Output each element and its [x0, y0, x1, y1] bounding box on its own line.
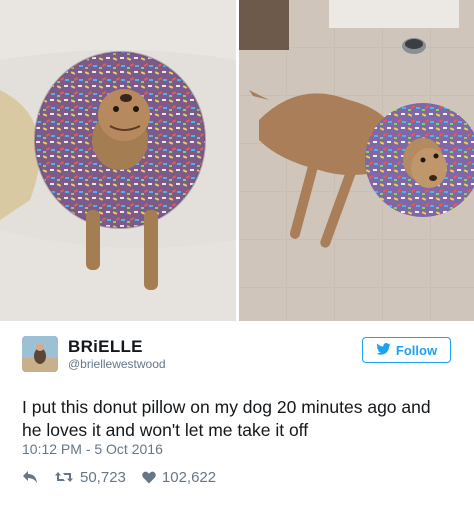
- retweet-count: 50,723: [80, 468, 126, 486]
- like-count: 102,622: [161, 468, 217, 486]
- heart-icon: [142, 471, 156, 484]
- retweet-icon: [54, 470, 74, 484]
- retweet-button[interactable]: 50,723: [54, 469, 126, 486]
- reply-icon: [22, 470, 38, 484]
- bird-icon: [376, 342, 391, 358]
- follow-button[interactable]: Follow: [362, 337, 451, 363]
- follow-label: Follow: [395, 342, 438, 358]
- photo-dog-on-bed[interactable]: [0, 0, 236, 321]
- display-name[interactable]: BRiELLE: [68, 337, 143, 357]
- tweet-actions: 50,723 102,622: [22, 467, 232, 487]
- reply-button[interactable]: [22, 470, 38, 484]
- photo-grid: [0, 0, 474, 321]
- user-handle[interactable]: @briellewestwood: [68, 357, 166, 371]
- photo-dog-on-floor[interactable]: [239, 0, 474, 321]
- avatar[interactable]: [22, 336, 58, 372]
- tweet-text: I put this donut pillow on my dog 20 min…: [22, 397, 431, 440]
- like-button[interactable]: 102,622: [142, 469, 216, 486]
- tweet-timestamp[interactable]: 10:12 PM - 5 Oct 2016: [22, 441, 163, 457]
